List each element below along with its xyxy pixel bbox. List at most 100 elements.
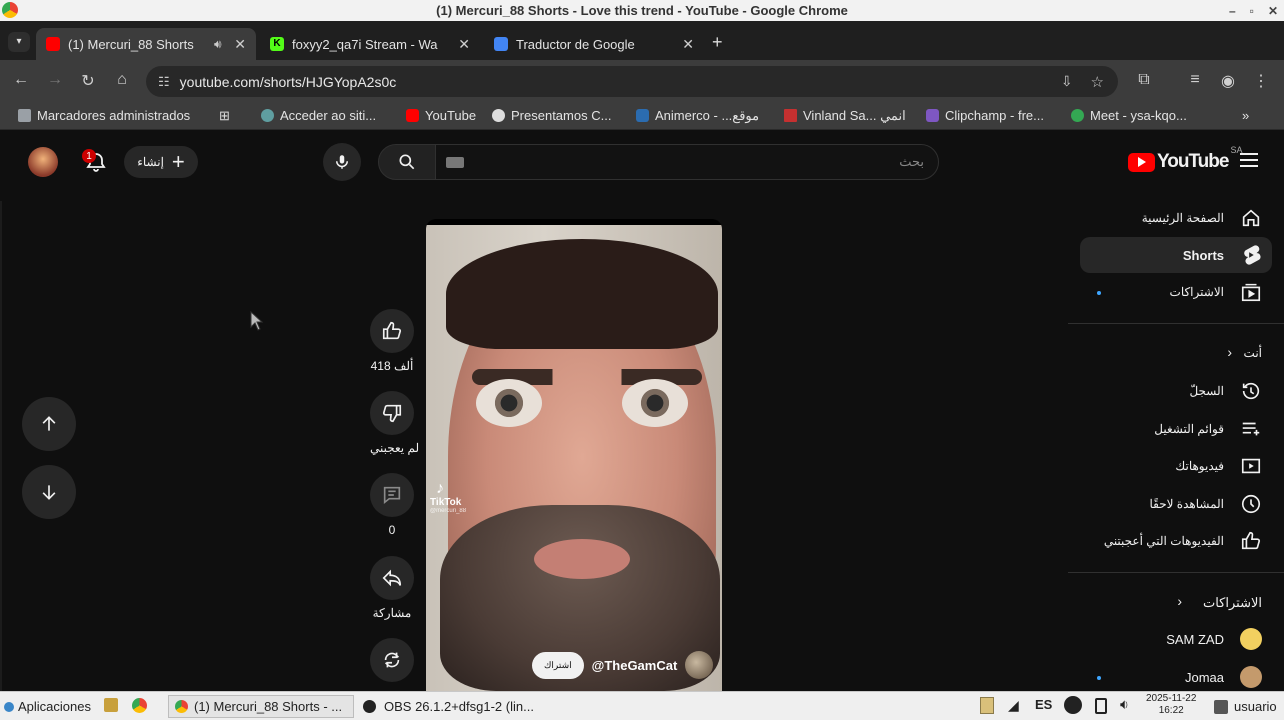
search-input[interactable]: بحث — [435, 144, 939, 180]
tab-strip: ▾ (1) Mercuri_88 Shorts 🔊︎ ✕ K foxyy2_qa… — [0, 21, 1284, 60]
keyboard-layout[interactable]: ES — [1035, 697, 1052, 720]
sidebar-item-liked[interactable]: الفيديوهات التي أعجبتني — [1080, 523, 1272, 559]
bookmark-1[interactable]: Acceder ao siti... — [261, 108, 376, 123]
file-manager-icon[interactable] — [104, 698, 118, 712]
remix-action[interactable] — [370, 638, 414, 682]
share-action[interactable]: مشاركة — [370, 556, 414, 620]
close-window-button[interactable]: ✕ — [1268, 4, 1278, 18]
voice-search-button[interactable] — [323, 143, 361, 181]
reload-icon[interactable]: ↻ — [77, 71, 99, 91]
obs-tray-icon[interactable] — [1064, 696, 1082, 714]
tiktok-watermark: ♪ TikTok @mercuri_88 — [430, 481, 466, 515]
menu-kebab-icon[interactable]: ⋮ — [1250, 71, 1272, 91]
profile-icon[interactable]: ◉ — [1217, 71, 1239, 91]
comments-action[interactable]: 0 — [370, 473, 414, 537]
sidebar-item-your-videos[interactable]: فيديوهاتك — [1080, 448, 1272, 484]
bookmark-5[interactable]: Vinland Sa... انمي — [784, 108, 906, 124]
avatar[interactable] — [28, 147, 58, 177]
volume-icon[interactable]: 🔉︎ — [1120, 696, 1129, 719]
guide-menu-icon[interactable] — [1240, 153, 1258, 167]
chrome-launcher-icon[interactable] — [132, 698, 147, 713]
dislike-button[interactable] — [370, 391, 414, 435]
tab-google-translate[interactable]: Traductor de Google ✕ — [484, 28, 704, 60]
channel-avatar — [1240, 628, 1262, 650]
youtube-icon — [406, 109, 419, 122]
bookmark-youtube[interactable]: YouTube — [406, 108, 476, 123]
share-icon — [382, 569, 402, 587]
more-bookmarks-icon[interactable]: » — [1242, 108, 1249, 123]
sidebar-item-watch-later[interactable]: المشاهدة لاحقًا — [1080, 486, 1272, 522]
remix-button[interactable] — [370, 638, 414, 682]
minimize-button[interactable]: – — [1229, 4, 1236, 18]
bookmark-7[interactable]: Meet - ysa-kqo... — [1071, 108, 1187, 123]
bookmark-managed[interactable]: Marcadores administrados — [18, 108, 190, 123]
flag-icon — [784, 109, 797, 122]
battery-icon[interactable] — [1095, 698, 1107, 714]
tab-kick-stream[interactable]: K foxyy2_qa7i Stream - Wa ✕ — [260, 28, 480, 60]
sidebar-channel-samzad[interactable]: SAM ZAD — [1080, 621, 1272, 657]
channel-handle[interactable]: @TheGamCat — [592, 658, 678, 673]
youtube-logo[interactable]: YouTube SA — [1128, 145, 1242, 173]
channel-avatar[interactable] — [685, 651, 714, 679]
close-tab-icon[interactable]: ✕ — [234, 36, 246, 53]
home-icon[interactable]: ⌂ — [111, 71, 133, 89]
bookmark-3[interactable]: Presentamos C... — [492, 108, 611, 123]
bookmark-label: Marcadores administrados — [37, 108, 191, 123]
mouse-cursor-icon — [250, 311, 264, 331]
bookmark-4[interactable]: Animerco - ...موقع — [636, 108, 759, 124]
channel-name: Jomaa — [1184, 670, 1224, 685]
tab-youtube-shorts[interactable]: (1) Mercuri_88 Shorts 🔊︎ ✕ — [36, 28, 256, 60]
sidebar-channel-jomaa[interactable]: Jomaa — [1080, 659, 1272, 695]
taskbar-task-chrome[interactable]: (1) Mercuri_88 Shorts - ... — [168, 695, 354, 718]
bookmark-star-icon[interactable]: ☆ — [1091, 73, 1104, 91]
next-short-button[interactable] — [22, 465, 76, 519]
sidebar-item-subscriptions[interactable]: الاشتراكات — [1080, 274, 1272, 310]
media-controls-icon[interactable]: ≡ — [1184, 71, 1206, 89]
sidebar-item-shorts[interactable]: Shorts — [1080, 237, 1272, 273]
bookmark-6[interactable]: Clipchamp - fre... — [926, 108, 1044, 123]
address-bar[interactable]: ☷ youtube.com/shorts/HJGYopA2s0c ⇩ ☆ — [146, 66, 1118, 97]
sidebar-item-label: الاشتراكات — [1169, 285, 1224, 299]
sidebar-item-playlists[interactable]: قوائم التشغيل — [1080, 411, 1272, 447]
speaker-icon[interactable]: 🔊︎ — [214, 37, 222, 52]
extensions-icon[interactable]: ⧉ — [1133, 71, 1155, 89]
bookmark-label: Acceder ao siti... — [280, 108, 377, 123]
taskbar-task-obs[interactable]: OBS 26.1.2+dfsg1-2 (lin... — [356, 695, 542, 718]
network-icon[interactable]: ◢ — [1008, 697, 1019, 720]
user-menu[interactable]: usuario — [1214, 695, 1277, 718]
sidebar-item-you[interactable]: أنت › — [1080, 335, 1272, 371]
subscribe-button[interactable]: اشتراك — [532, 651, 584, 679]
clipchamp-icon — [926, 109, 939, 122]
user-icon — [1214, 699, 1228, 714]
sidebar-item-home[interactable]: الصفحة الرئيسية — [1080, 200, 1272, 236]
maximize-button[interactable]: ▫ — [1250, 4, 1254, 18]
previous-short-button[interactable] — [22, 397, 76, 451]
apps-grid-icon[interactable]: ⊞ — [219, 108, 230, 124]
like-action[interactable]: 418 ألف — [370, 309, 414, 373]
back-icon[interactable]: ← — [10, 71, 32, 89]
install-icon[interactable]: ⇩ — [1061, 73, 1073, 90]
bookmarks-bar: Marcadores administrados ⊞ Acceder ao si… — [0, 103, 1284, 130]
sidebar-subscriptions-header[interactable]: الاشتراكات › — [1080, 584, 1272, 620]
share-button[interactable] — [370, 556, 414, 600]
clipboard-icon[interactable] — [980, 697, 994, 714]
comments-button[interactable] — [370, 473, 414, 517]
applications-menu[interactable]: Aplicaciones — [4, 695, 91, 718]
like-button[interactable] — [370, 309, 414, 353]
close-tab-icon[interactable]: ✕ — [458, 36, 470, 53]
close-tab-icon[interactable]: ✕ — [682, 36, 694, 53]
create-button[interactable]: إنشاء + — [124, 146, 198, 178]
site-info-icon[interactable]: ☷ — [158, 74, 170, 90]
notifications-button[interactable]: 1 — [82, 147, 110, 175]
search-button[interactable] — [378, 144, 436, 180]
sidebar-item-history[interactable]: السجلّ — [1080, 373, 1272, 409]
clock[interactable]: 2025-11-22 16:22 — [1146, 693, 1196, 716]
forward-icon[interactable]: → — [44, 71, 66, 89]
notification-badge: 1 — [82, 149, 96, 163]
short-video-player[interactable]: ♪ TikTok @mercuri_88 اشتراك @TheGamCat — [426, 219, 722, 691]
new-tab-button[interactable]: + — [712, 32, 723, 53]
tab-search-button[interactable]: ▾ — [8, 32, 30, 52]
keyboard-icon[interactable] — [446, 156, 464, 168]
dislike-action[interactable]: لم يعجبني — [370, 391, 419, 455]
right-eye — [622, 379, 688, 427]
